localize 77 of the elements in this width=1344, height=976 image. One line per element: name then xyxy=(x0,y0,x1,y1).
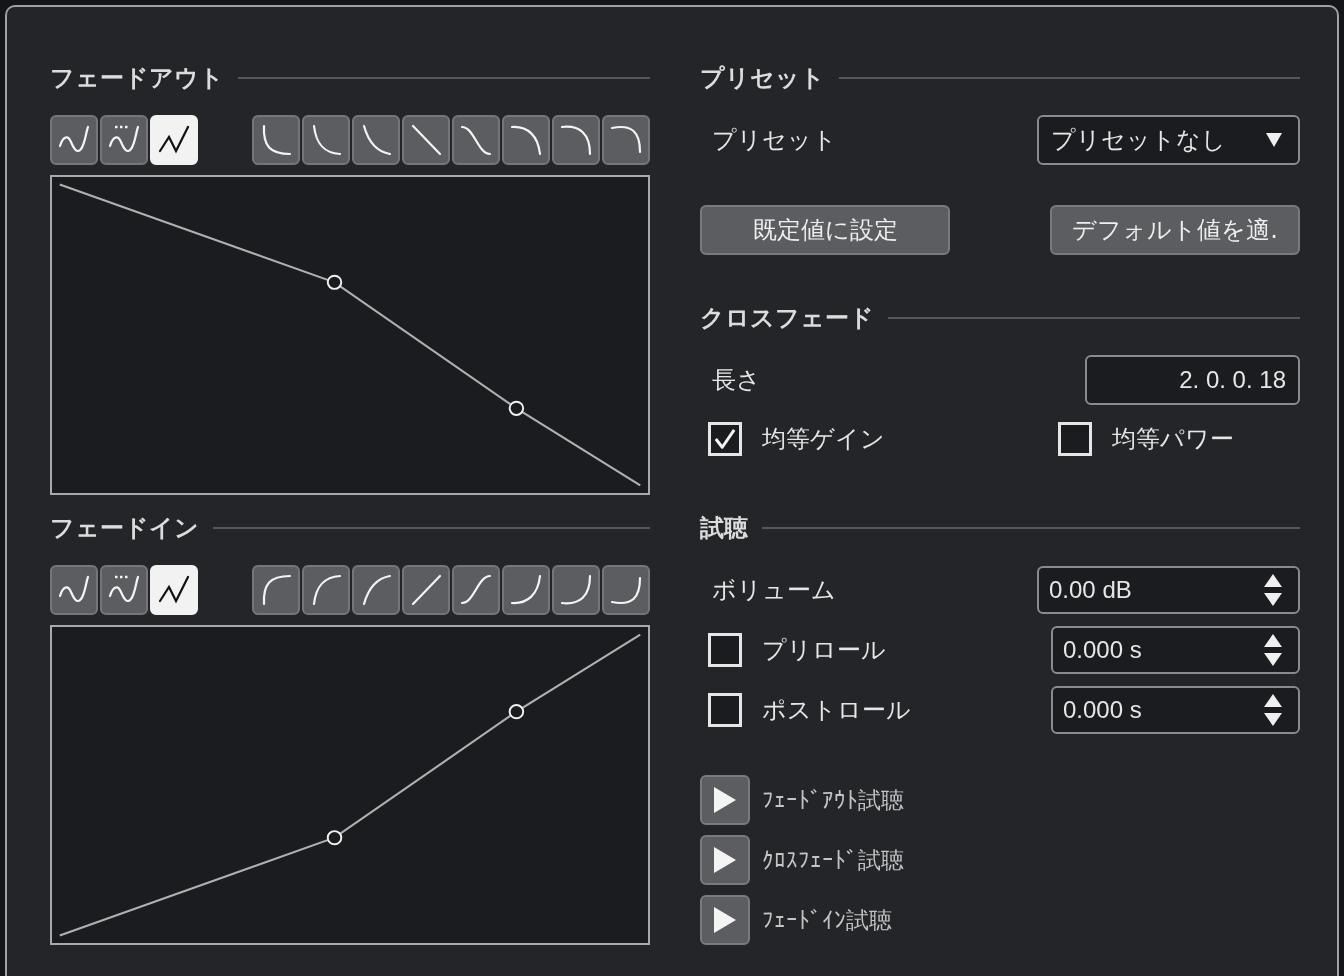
curve-handle[interactable] xyxy=(508,400,525,416)
volume-field[interactable]: 0.00 dB xyxy=(1037,566,1300,614)
curve-mode-button[interactable] xyxy=(100,115,148,165)
curve-shape-button[interactable] xyxy=(402,565,450,615)
convex-curve-icon xyxy=(610,574,642,606)
curve-shape-button[interactable] xyxy=(452,565,500,615)
checkbox[interactable] xyxy=(708,422,742,456)
play-icon xyxy=(714,787,736,813)
caret-icon xyxy=(1266,133,1282,147)
curve-shape-button[interactable] xyxy=(252,565,300,615)
curve-handle[interactable] xyxy=(326,274,343,290)
section-title: フェードイン xyxy=(50,513,199,543)
curve-mode-button[interactable] xyxy=(50,115,98,165)
convex-curve-icon xyxy=(560,574,592,606)
checkbox-label: 均等パワー xyxy=(1112,424,1234,455)
curve-shape-button[interactable] xyxy=(552,565,600,615)
concave-curve-icon xyxy=(360,574,392,606)
stepper-icon xyxy=(1264,694,1282,726)
checkbox[interactable] xyxy=(708,693,742,727)
default-value-button[interactable]: デフォルト値を適. xyxy=(1050,205,1300,255)
concave-curve-icon xyxy=(310,574,342,606)
s-curve-icon xyxy=(460,574,492,606)
time-field[interactable]: 0.000 s xyxy=(1051,626,1300,674)
volume-label: ボリューム xyxy=(711,575,836,606)
curve-shape-button[interactable] xyxy=(302,115,350,165)
preset-dropdown[interactable]: プリセットなし xyxy=(1037,115,1300,165)
curve-shape-button[interactable] xyxy=(352,565,400,615)
curve-handle[interactable] xyxy=(508,704,525,720)
s-curve-icon xyxy=(460,124,492,156)
concave-curve-icon xyxy=(360,124,392,156)
section-title: クロスフェード xyxy=(700,303,874,333)
play-button[interactable] xyxy=(700,895,750,945)
time-field[interactable]: 0.000 s xyxy=(1051,686,1300,734)
curve-shape-button[interactable] xyxy=(602,115,650,165)
section-title: フェードアウト xyxy=(50,63,224,93)
concave-curve-icon xyxy=(260,574,292,606)
curve-shape-button[interactable] xyxy=(352,115,400,165)
curve-handle[interactable] xyxy=(326,830,343,846)
default-value-button[interactable]: 既定値に設定 xyxy=(700,205,950,255)
play-label: ｸﾛｽﾌｪｰﾄﾞ試聴 xyxy=(762,845,904,875)
concave-curve-icon xyxy=(260,124,292,156)
diagonal-line-icon xyxy=(410,574,442,606)
curve-shape-button[interactable] xyxy=(502,565,550,615)
play-button[interactable] xyxy=(700,835,750,885)
convex-curve-icon xyxy=(560,124,592,156)
curve-mode-button[interactable] xyxy=(50,565,98,615)
play-button[interactable] xyxy=(700,775,750,825)
convex-curve-icon xyxy=(510,124,542,156)
checkbox[interactable] xyxy=(1058,422,1092,456)
checkbox-label: プリロール xyxy=(762,635,886,666)
curve-shape-button[interactable] xyxy=(502,115,550,165)
play-icon xyxy=(714,907,736,933)
convex-curve-icon xyxy=(610,124,642,156)
play-icon xyxy=(714,847,736,873)
convex-curve-icon xyxy=(510,574,542,606)
section-title: 試聴 xyxy=(700,513,748,543)
curve-shape-button[interactable] xyxy=(602,565,650,615)
stepper-icon xyxy=(1264,634,1282,666)
play-label: ﾌｪｰﾄﾞｱｳﾄ試聴 xyxy=(762,785,904,815)
checkbox-label: 均等ゲイン xyxy=(762,424,885,455)
curve-shape-button[interactable] xyxy=(402,115,450,165)
play-label: ﾌｪｰﾄﾞｲﾝ試聴 xyxy=(762,905,892,935)
length-field[interactable]: 2. 0. 0. 18 xyxy=(1085,355,1300,405)
preset-label: プリセット xyxy=(711,125,837,156)
curve-shape-button[interactable] xyxy=(302,565,350,615)
stepper-icon xyxy=(1264,574,1282,606)
section-title: プリセット xyxy=(700,63,825,93)
curve-mode-button[interactable] xyxy=(100,565,148,615)
curve-shape-button[interactable] xyxy=(552,115,600,165)
concave-curve-icon xyxy=(310,124,342,156)
curve-shape-button[interactable] xyxy=(452,115,500,165)
checkmark-icon xyxy=(714,428,736,450)
checkbox-label: ポストロール xyxy=(762,695,911,726)
diagonal-line-icon xyxy=(410,124,442,156)
length-label: 長さ xyxy=(711,365,761,396)
checkbox[interactable] xyxy=(708,633,742,667)
curve-shape-button[interactable] xyxy=(252,115,300,165)
